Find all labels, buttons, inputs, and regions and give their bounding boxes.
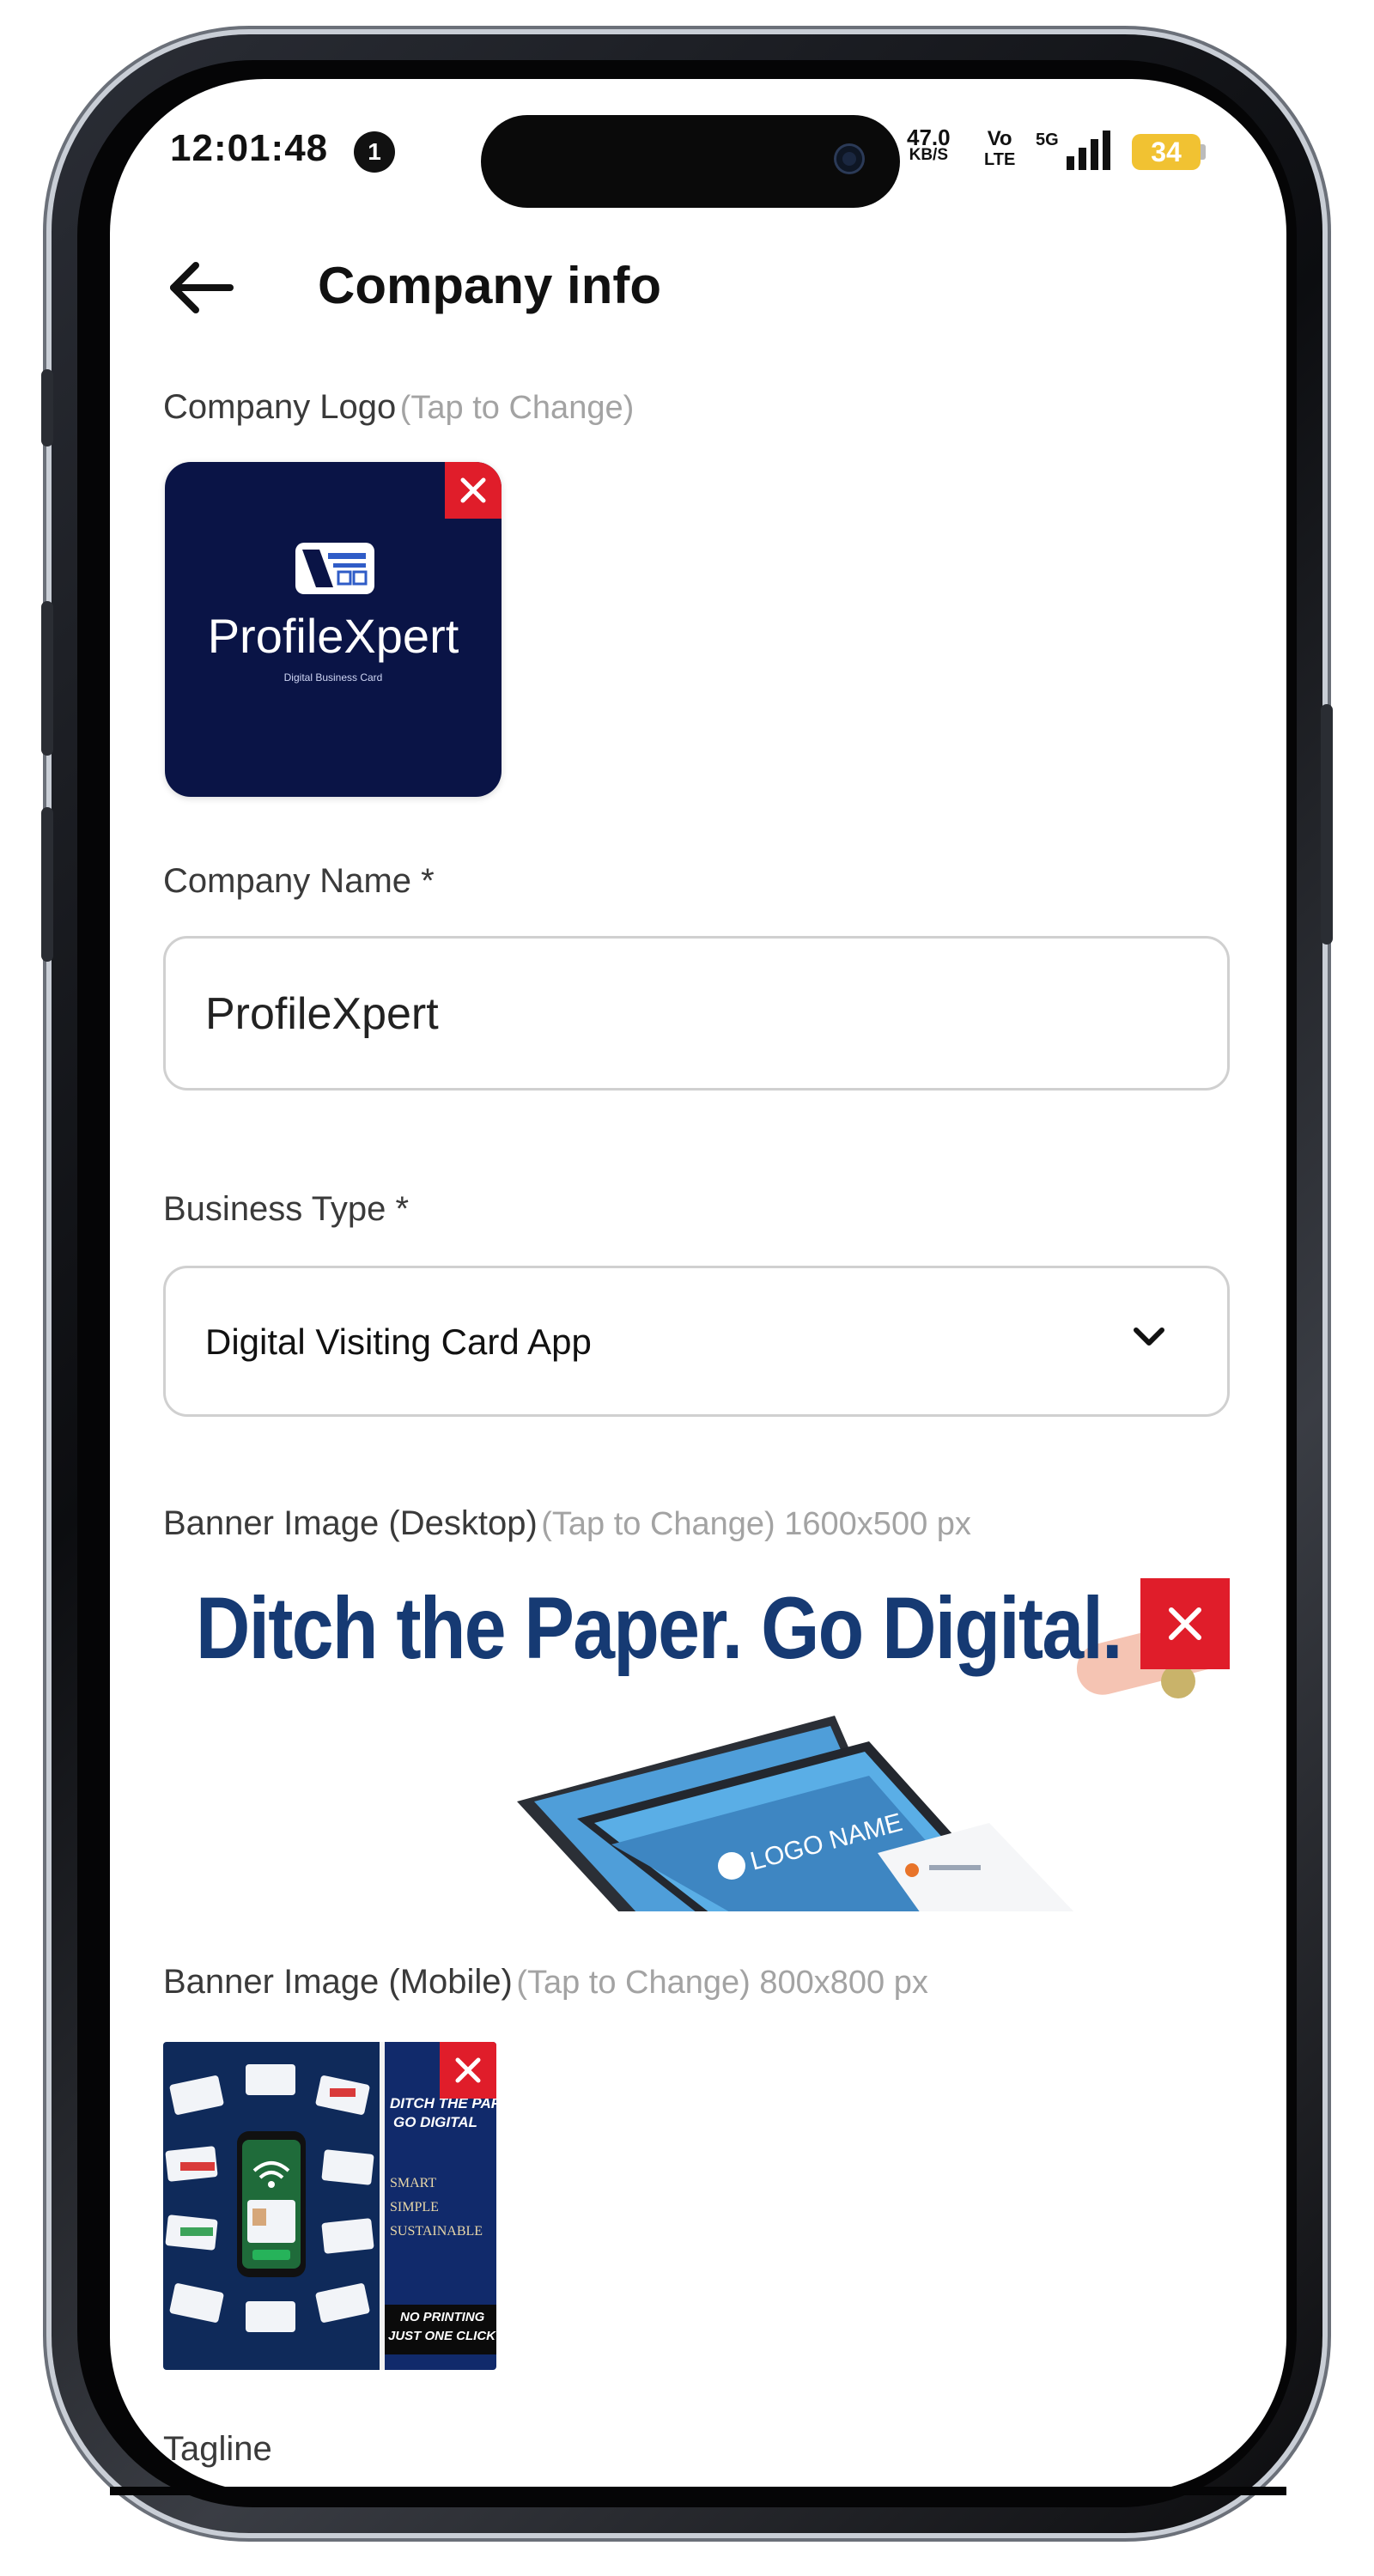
arrow-left-icon	[170, 262, 234, 313]
volte-top: Vo	[987, 127, 1012, 150]
remove-banner-mobile-button[interactable]	[440, 2042, 496, 2099]
power-button	[1321, 704, 1333, 945]
banner-mobile-image[interactable]: DITCH THE PAPER GO DIGITAL SMART SIMPLE …	[163, 2042, 496, 2370]
volume-up-button	[41, 601, 53, 756]
chevron-down-icon	[1134, 1327, 1164, 1346]
business-type-value: Digital Visiting Card App	[205, 1321, 592, 1362]
close-icon	[1169, 1607, 1201, 1640]
close-icon	[460, 477, 486, 503]
banner-desktop-image[interactable]: Ditch the Paper. Go Digital. LOGO NAME	[165, 1578, 1230, 1911]
banner-mobile-headline-2: GO DIGITAL	[393, 2114, 477, 2130]
banner-mobile-line-1: SMART	[390, 2176, 437, 2190]
close-icon	[455, 2057, 481, 2083]
banner-mobile-footer-1: NO PRINTING	[400, 2310, 485, 2324]
status-time: 12:01:48	[170, 127, 329, 169]
screen-bottom-bezel	[110, 2487, 1286, 2495]
volume-down-button	[41, 807, 53, 962]
volte-indicator: Vo LTE	[984, 129, 1015, 170]
notification-badge: 1	[354, 131, 395, 173]
company-name-field[interactable]: ProfileXpert	[163, 936, 1230, 1091]
page-title: Company info	[318, 257, 661, 314]
remove-logo-button[interactable]	[445, 462, 502, 519]
battery-indicator: 34	[1132, 134, 1201, 170]
card-logo-icon	[295, 543, 374, 594]
speed-value: 47.0	[907, 125, 951, 150]
company-logo-label: Company Logo	[163, 388, 397, 426]
action-button	[41, 369, 53, 447]
banner-mobile-label-row: Banner Image (Mobile) (Tap to Change) 80…	[163, 1963, 928, 2002]
speed-unit: KB/S	[909, 146, 948, 164]
business-type-select[interactable]: Digital Visiting Card App	[163, 1266, 1230, 1417]
company-logo-image[interactable]: ProfileXpert Digital Business Card	[165, 462, 502, 797]
battery-tip	[1201, 144, 1206, 160]
company-name-value: ProfileXpert	[205, 989, 439, 1039]
banner-desktop-label: Banner Image (Desktop)	[163, 1504, 538, 1542]
company-logo-hint: (Tap to Change)	[399, 390, 635, 426]
network-speed: 47.0 KB/S	[907, 125, 951, 164]
camera-icon	[836, 146, 862, 172]
banner-mobile-line-2: SIMPLE	[390, 2200, 439, 2215]
banner-desktop-label-row: Banner Image (Desktop) (Tap to Change) 1…	[163, 1504, 971, 1543]
banner-desktop-headline: Ditch the Paper. Go Digital.	[196, 1579, 1122, 1677]
network-type: 5G	[1036, 131, 1059, 149]
logo-text: ProfileXpert	[207, 609, 459, 663]
business-type-label: Business Type *	[163, 1190, 410, 1228]
tagline-label: Tagline	[163, 2430, 272, 2468]
banner-desktop-hint: (Tap to Change) 1600x500 px	[541, 1506, 971, 1542]
business-cards-illustration: LOGO NAME	[517, 1716, 1074, 1911]
banner-mobile-label: Banner Image (Mobile)	[163, 1963, 513, 2001]
banner-accent-dot	[1161, 1664, 1195, 1698]
signal-bars-icon	[1067, 131, 1110, 170]
volte-bottom: LTE	[984, 150, 1016, 169]
back-button[interactable]	[163, 258, 237, 318]
banner-mobile-footer-2: JUST ONE CLICK	[388, 2329, 496, 2343]
banner-mobile-hint: (Tap to Change) 800x800 px	[516, 1965, 928, 2001]
banner-mobile-line-3: SUSTAINABLE	[390, 2224, 483, 2239]
company-name-label: Company Name *	[163, 862, 435, 900]
logo-subtext: Digital Business Card	[283, 671, 383, 683]
cards-around-phone-illustration	[163, 2042, 380, 2370]
company-logo-label-row: Company Logo (Tap to Change)	[163, 388, 634, 427]
remove-banner-desktop-button[interactable]	[1140, 1578, 1230, 1669]
